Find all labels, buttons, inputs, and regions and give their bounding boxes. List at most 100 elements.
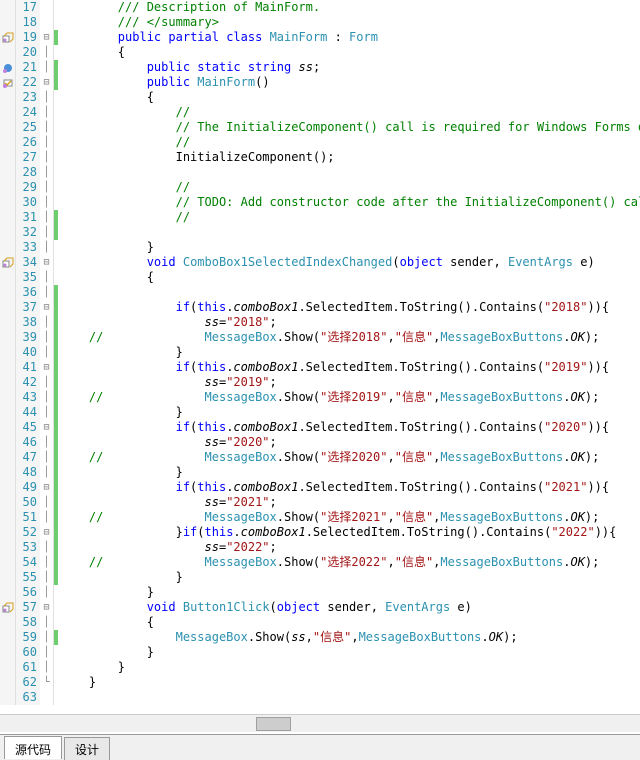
code-line[interactable]: 58│ {	[0, 615, 640, 630]
fold-toggle[interactable]: ⊟	[40, 480, 54, 495]
tab-source[interactable]: 源代码	[4, 736, 62, 759]
code-text[interactable]: // MessageBox.Show("选择2020","信息",Message…	[58, 450, 640, 465]
code-line[interactable]: 54│ // MessageBox.Show("选择2022","信息",Mes…	[0, 555, 640, 570]
fold-toggle[interactable]: ⊟	[40, 600, 54, 615]
code-text[interactable]: {	[58, 270, 640, 285]
code-line[interactable]: 36│	[0, 285, 640, 300]
code-line[interactable]: 60│ }	[0, 645, 640, 660]
code-text[interactable]: }	[58, 345, 640, 360]
code-text[interactable]: InitializeComponent();	[58, 150, 640, 165]
code-text[interactable]: ss="2020";	[58, 435, 640, 450]
fold-toggle[interactable]: ⊟	[40, 525, 54, 540]
code-line[interactable]: 52⊟ }if(this.comboBox1.SelectedItem.ToSt…	[0, 525, 640, 540]
code-text[interactable]: if(this.comboBox1.SelectedItem.ToString(…	[58, 300, 640, 315]
code-line[interactable]: 48│ }	[0, 465, 640, 480]
code-line[interactable]: 42│ ss="2019";	[0, 375, 640, 390]
code-text[interactable]: }if(this.comboBox1.SelectedItem.ToString…	[58, 525, 640, 540]
code-line[interactable]: 32│	[0, 225, 640, 240]
code-text[interactable]: // MessageBox.Show("选择2021","信息",Message…	[58, 510, 640, 525]
code-line[interactable]: 29│ //	[0, 180, 640, 195]
code-text[interactable]: }	[58, 645, 640, 660]
code-line[interactable]: 37⊟ if(this.comboBox1.SelectedItem.ToStr…	[0, 300, 640, 315]
code-text[interactable]	[58, 690, 640, 705]
code-line[interactable]: 34⊟ void ComboBox1SelectedIndexChanged(o…	[0, 255, 640, 270]
code-line[interactable]: 19⊟ public partial class MainForm : Form	[0, 30, 640, 45]
code-text[interactable]: {	[58, 90, 640, 105]
fold-toggle[interactable]: ⊟	[40, 420, 54, 435]
code-editor[interactable]: 17 /// Description of MainForm.18 /// </…	[0, 0, 640, 732]
code-line[interactable]: 18 /// </summary>	[0, 15, 640, 30]
code-text[interactable]: void Button1Click(object sender, EventAr…	[58, 600, 640, 615]
code-line[interactable]: 62└ }	[0, 675, 640, 690]
code-text[interactable]: /// Description of MainForm.	[58, 0, 640, 15]
code-text[interactable]	[58, 165, 640, 180]
code-text[interactable]: if(this.comboBox1.SelectedItem.ToString(…	[58, 420, 640, 435]
code-text[interactable]: }	[58, 405, 640, 420]
fold-toggle[interactable]: ⊟	[40, 300, 54, 315]
code-text[interactable]: void ComboBox1SelectedIndexChanged(objec…	[58, 255, 640, 270]
code-line[interactable]: 55│ }	[0, 570, 640, 585]
code-line[interactable]: 63	[0, 690, 640, 705]
code-text[interactable]: // The InitializeComponent() call is req…	[58, 120, 640, 135]
code-line[interactable]: 30│ // TODO: Add constructor code after …	[0, 195, 640, 210]
code-line[interactable]: 45⊟ if(this.comboBox1.SelectedItem.ToStr…	[0, 420, 640, 435]
code-line[interactable]: 61│ }	[0, 660, 640, 675]
code-text[interactable]: if(this.comboBox1.SelectedItem.ToString(…	[58, 480, 640, 495]
code-line[interactable]: 27│ InitializeComponent();	[0, 150, 640, 165]
tab-design[interactable]: 设计	[64, 737, 110, 760]
code-line[interactable]: 50│ ss="2021";	[0, 495, 640, 510]
code-text[interactable]: }	[58, 240, 640, 255]
code-line[interactable]: 21│ public static string ss;	[0, 60, 640, 75]
fold-toggle[interactable]: ⊟	[40, 360, 54, 375]
fold-toggle[interactable]: ⊟	[40, 30, 54, 45]
code-text[interactable]: if(this.comboBox1.SelectedItem.ToString(…	[58, 360, 640, 375]
code-line[interactable]: 24│ //	[0, 105, 640, 120]
code-line[interactable]: 25│ // The InitializeComponent() call is…	[0, 120, 640, 135]
code-text[interactable]: //	[58, 210, 640, 225]
code-line[interactable]: 38│ ss="2018";	[0, 315, 640, 330]
code-text[interactable]: }	[58, 465, 640, 480]
code-text[interactable]: ss="2019";	[58, 375, 640, 390]
code-line[interactable]: 53│ ss="2022";	[0, 540, 640, 555]
code-text[interactable]: }	[58, 675, 640, 690]
code-line[interactable]: 40│ }	[0, 345, 640, 360]
code-line[interactable]: 35│ {	[0, 270, 640, 285]
code-text[interactable]: ss="2018";	[58, 315, 640, 330]
code-line[interactable]: 51│ // MessageBox.Show("选择2021","信息",Mes…	[0, 510, 640, 525]
scrollbar-thumb[interactable]	[256, 717, 291, 731]
code-line[interactable]: 41⊟ if(this.comboBox1.SelectedItem.ToStr…	[0, 360, 640, 375]
code-text[interactable]: public static string ss;	[58, 60, 640, 75]
code-line[interactable]: 28│	[0, 165, 640, 180]
code-line[interactable]: 26│ //	[0, 135, 640, 150]
horizontal-scrollbar[interactable]	[0, 714, 640, 732]
code-text[interactable]: MessageBox.Show(ss,"信息",MessageBoxButton…	[58, 630, 640, 645]
code-text[interactable]: // MessageBox.Show("选择2019","信息",Message…	[58, 390, 640, 405]
fold-toggle[interactable]: ⊟	[40, 255, 54, 270]
code-text[interactable]: /// </summary>	[58, 15, 640, 30]
fold-toggle[interactable]: ⊟	[40, 75, 54, 90]
code-line[interactable]: 31│ //	[0, 210, 640, 225]
code-text[interactable]	[58, 225, 640, 240]
code-line[interactable]: 22⊟ public MainForm()	[0, 75, 640, 90]
code-text[interactable]: ss="2021";	[58, 495, 640, 510]
code-text[interactable]: {	[58, 615, 640, 630]
code-line[interactable]: 44│ }	[0, 405, 640, 420]
code-line[interactable]: 59│ MessageBox.Show(ss,"信息",MessageBoxBu…	[0, 630, 640, 645]
code-text[interactable]: // MessageBox.Show("选择2018","信息",Message…	[58, 330, 640, 345]
code-line[interactable]: 56│ }	[0, 585, 640, 600]
code-text[interactable]: }	[58, 570, 640, 585]
code-text[interactable]: }	[58, 660, 640, 675]
code-text[interactable]	[58, 285, 640, 300]
code-text[interactable]: ss="2022";	[58, 540, 640, 555]
code-text[interactable]: //	[58, 135, 640, 150]
code-line[interactable]: 49⊟ if(this.comboBox1.SelectedItem.ToStr…	[0, 480, 640, 495]
code-text[interactable]: }	[58, 585, 640, 600]
code-line[interactable]: 57⊟ void Button1Click(object sender, Eve…	[0, 600, 640, 615]
code-text[interactable]: public partial class MainForm : Form	[58, 30, 640, 45]
code-line[interactable]: 23│ {	[0, 90, 640, 105]
code-line[interactable]: 46│ ss="2020";	[0, 435, 640, 450]
code-line[interactable]: 47│ // MessageBox.Show("选择2020","信息",Mes…	[0, 450, 640, 465]
code-text[interactable]: //	[58, 180, 640, 195]
code-line[interactable]: 39│ // MessageBox.Show("选择2018","信息",Mes…	[0, 330, 640, 345]
code-text[interactable]: // MessageBox.Show("选择2022","信息",Message…	[58, 555, 640, 570]
